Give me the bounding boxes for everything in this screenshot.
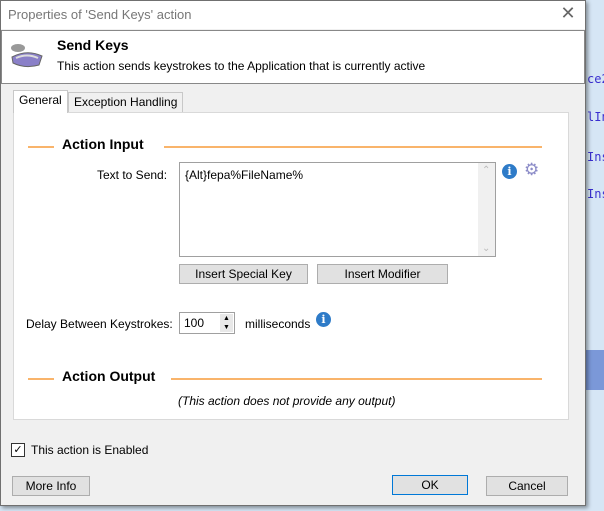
cancel-button[interactable]: Cancel xyxy=(486,476,568,496)
gear-icon[interactable]: ⚙ xyxy=(524,160,539,180)
enabled-checkbox[interactable]: ✓ xyxy=(11,443,25,457)
tab-general[interactable]: General xyxy=(13,90,68,113)
section-divider xyxy=(28,378,54,380)
bg-text: Ins xyxy=(587,187,604,201)
more-info-button[interactable]: More Info xyxy=(12,476,90,496)
action-title: Send Keys xyxy=(57,37,129,53)
scrollbar[interactable]: ⌃ ⌄ xyxy=(478,163,495,256)
action-input-heading: Action Input xyxy=(62,136,144,152)
action-description: This action sends keystrokes to the Appl… xyxy=(57,59,426,73)
section-divider xyxy=(164,146,542,148)
stepper-arrows[interactable]: ▲ ▼ xyxy=(220,314,233,332)
dialog-title: Properties of 'Send Keys' action xyxy=(8,7,192,22)
output-note: (This action does not provide any output… xyxy=(178,394,396,408)
section-divider xyxy=(171,378,542,380)
keyboard-icon xyxy=(11,44,43,68)
general-panel: Action Input Text to Send: {Alt}fepa%Fil… xyxy=(13,112,569,420)
tab-exception-handling[interactable]: Exception Handling xyxy=(68,92,184,112)
delay-unit: milliseconds xyxy=(245,317,311,331)
action-header: Send Keys This action sends keystrokes t… xyxy=(1,30,585,84)
section-divider xyxy=(28,146,54,148)
bg-selection xyxy=(585,350,604,390)
insert-special-key-button[interactable]: Insert Special Key xyxy=(179,264,308,284)
delay-label: Delay Between Keystrokes: xyxy=(26,317,173,331)
close-button[interactable]: ✕ xyxy=(557,3,579,24)
info-icon[interactable]: i xyxy=(502,164,517,179)
action-output-heading: Action Output xyxy=(62,368,156,384)
delay-stepper[interactable]: 100 ▲ ▼ xyxy=(179,312,235,334)
bg-text: Ins xyxy=(587,150,604,164)
enabled-label: This action is Enabled xyxy=(31,443,149,457)
insert-modifier-button[interactable]: Insert Modifier xyxy=(317,264,448,284)
scroll-up-icon[interactable]: ⌃ xyxy=(482,165,490,176)
properties-dialog: Properties of 'Send Keys' action ✕ Send … xyxy=(0,0,586,506)
title-bar: Properties of 'Send Keys' action ✕ xyxy=(1,1,585,29)
scroll-down-icon[interactable]: ⌄ xyxy=(482,243,490,254)
ok-button[interactable]: OK xyxy=(392,475,468,495)
delay-value: 100 xyxy=(184,316,205,330)
text-to-send-input[interactable]: {Alt}fepa%FileName% ⌃ ⌄ xyxy=(179,162,496,257)
bg-text: ce2 xyxy=(587,72,604,86)
text-to-send-label: Text to Send: xyxy=(97,168,168,182)
info-icon[interactable]: i xyxy=(316,312,331,327)
text-to-send-value: {Alt}fepa%FileName% xyxy=(185,168,304,182)
bg-text: lIn xyxy=(587,110,604,124)
